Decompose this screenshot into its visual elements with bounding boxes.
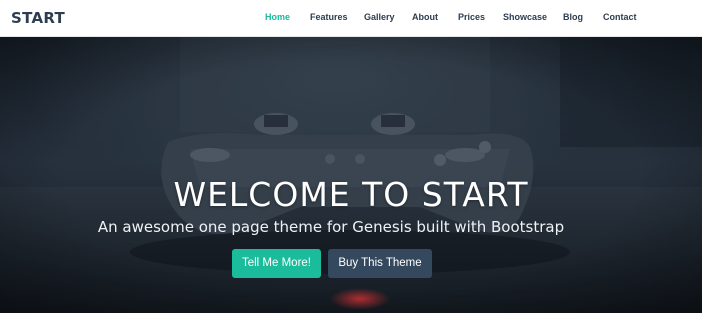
buy-theme-button[interactable]: Buy This Theme — [328, 249, 432, 278]
tell-me-more-button[interactable]: Tell Me More! — [232, 249, 321, 278]
hero-subtitle: An awesome one page theme for Genesis bu… — [97, 218, 565, 236]
nav-about[interactable]: About — [412, 12, 438, 22]
brand-logo[interactable]: START — [11, 9, 65, 27]
hero-section: WELCOME TO START An awesome one page the… — [0, 37, 702, 313]
hero-title: WELCOME TO START — [173, 175, 529, 214]
nav-features[interactable]: Features — [310, 12, 348, 22]
nav-blog[interactable]: Blog — [563, 12, 583, 22]
nav-prices[interactable]: Prices — [458, 12, 485, 22]
top-navbar: START Home Features Gallery About Prices… — [0, 0, 702, 37]
nav-showcase[interactable]: Showcase — [503, 12, 547, 22]
nav-contact[interactable]: Contact — [603, 12, 637, 22]
nav-home[interactable]: Home — [265, 12, 290, 22]
nav-gallery[interactable]: Gallery — [364, 12, 395, 22]
